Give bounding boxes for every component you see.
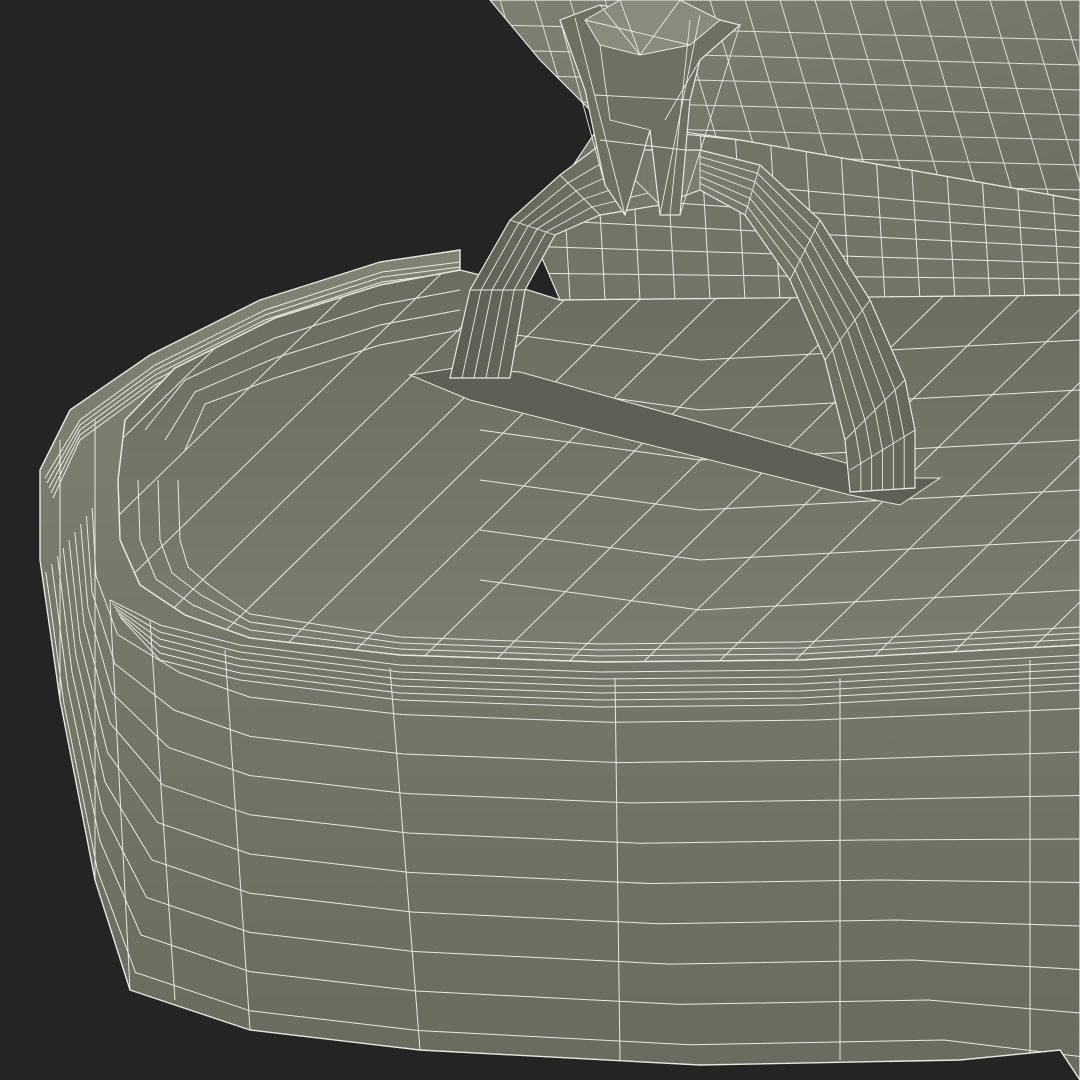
wireframe-scene <box>0 0 1080 1080</box>
